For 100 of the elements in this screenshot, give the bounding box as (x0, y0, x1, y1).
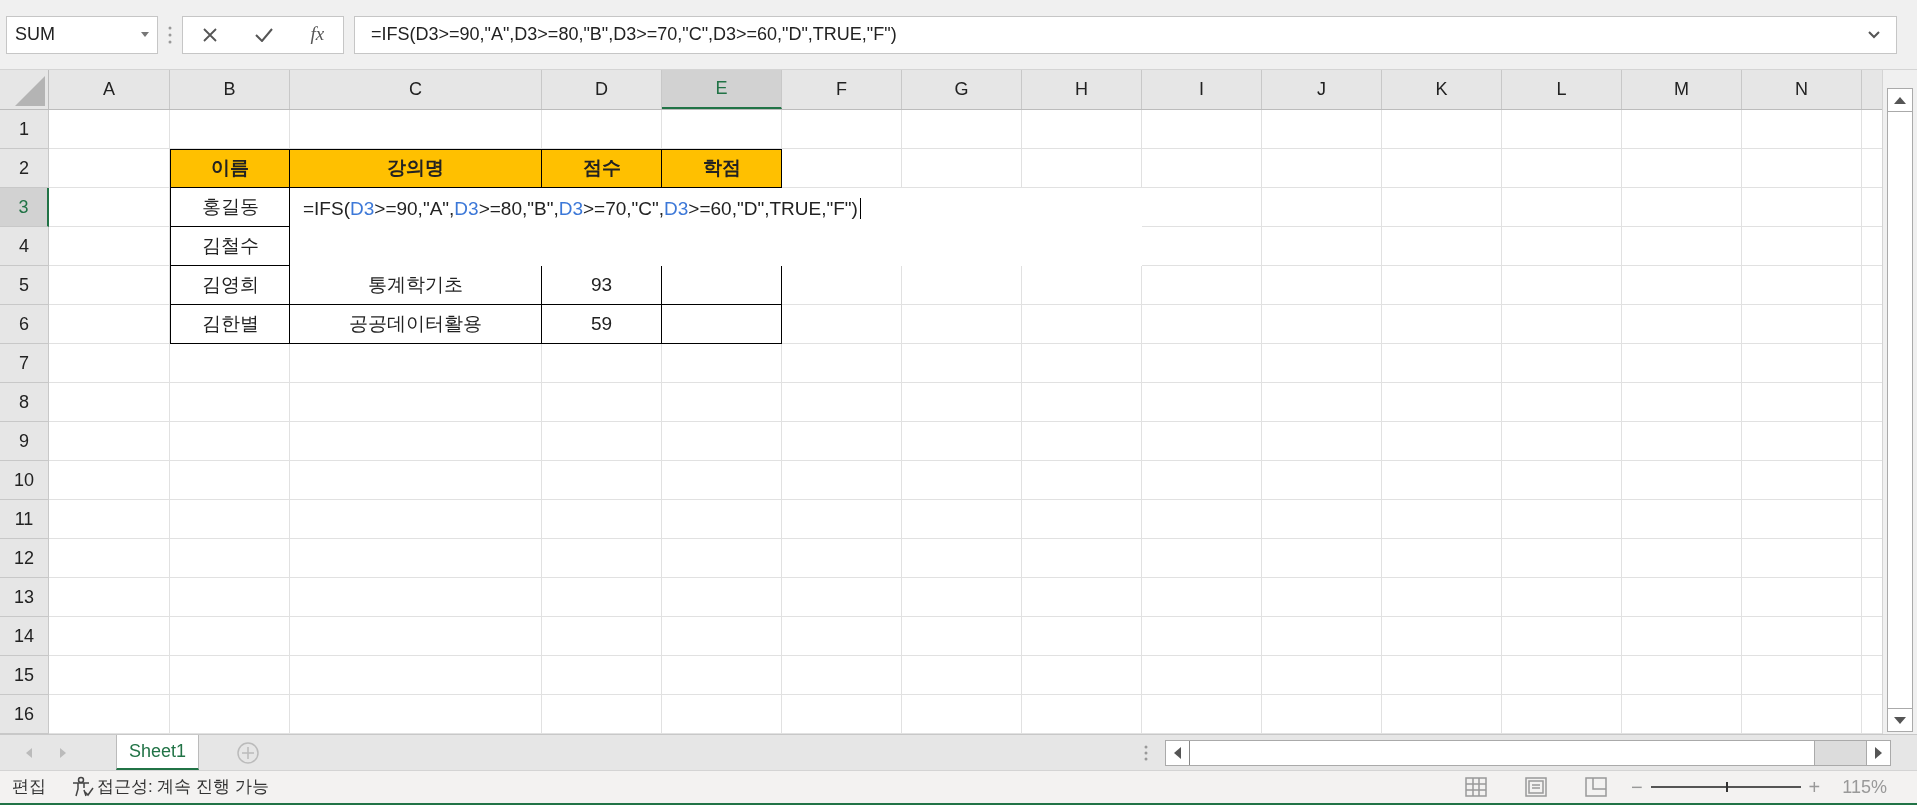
sheet-cell[interactable] (1382, 578, 1502, 617)
down-arrow-icon[interactable] (1894, 716, 1906, 724)
sheet-cell[interactable] (1502, 149, 1622, 188)
sheet-cell[interactable] (1742, 188, 1862, 227)
sheet-cell[interactable] (1382, 500, 1502, 539)
sheet-cell[interactable] (1142, 617, 1262, 656)
sheet-cell[interactable] (1742, 539, 1862, 578)
chevron-down-icon[interactable] (1868, 30, 1880, 39)
column-header[interactable]: C (290, 70, 542, 109)
column-header[interactable]: M (1622, 70, 1742, 109)
sheet-cell[interactable] (1022, 110, 1142, 149)
sheet-cell[interactable] (1622, 227, 1742, 266)
sheet-cell[interactable] (1502, 500, 1622, 539)
table-cell[interactable]: 통계학기초 (290, 266, 542, 305)
sheet-cell[interactable] (1742, 227, 1862, 266)
row-header[interactable]: 9 (0, 422, 49, 461)
accessibility-icon[interactable] (72, 776, 94, 798)
sheet-cell[interactable] (782, 656, 902, 695)
horizontal-scrollbar[interactable] (1165, 739, 1891, 766)
sheet-cell[interactable] (1742, 305, 1862, 344)
row-header[interactable]: 5 (0, 266, 49, 305)
right-arrow-icon[interactable] (1875, 746, 1882, 759)
sheet-cell[interactable] (49, 344, 170, 383)
table-cell[interactable]: 홍길동 (170, 188, 290, 227)
sheet-cell[interactable] (1262, 383, 1382, 422)
column-header[interactable]: G (902, 70, 1022, 109)
sheet-cell[interactable] (1142, 305, 1262, 344)
sheet-cell[interactable] (49, 110, 170, 149)
zoom-slider[interactable] (1650, 781, 1801, 793)
sheet-cell[interactable] (542, 578, 662, 617)
sheet-cell[interactable] (170, 344, 290, 383)
sheet-cell[interactable] (1382, 149, 1502, 188)
sheet-cell[interactable] (1262, 227, 1382, 266)
row-header[interactable]: 4 (0, 227, 49, 266)
row-header[interactable]: 10 (0, 461, 49, 500)
sheet-cell[interactable] (782, 539, 902, 578)
sheet-cell[interactable] (1022, 656, 1142, 695)
sheet-cell[interactable] (1382, 227, 1502, 266)
sheet-cell[interactable] (1742, 617, 1862, 656)
sheet-cell[interactable] (1622, 305, 1742, 344)
sheet-cell[interactable] (1142, 266, 1262, 305)
column-header[interactable]: L (1502, 70, 1622, 109)
left-arrow-icon[interactable] (1174, 746, 1181, 759)
sheet-cell[interactable] (662, 461, 782, 500)
sheet-cell[interactable] (1502, 110, 1622, 149)
sheet-cell[interactable] (902, 656, 1022, 695)
sheet-cell[interactable] (290, 500, 542, 539)
sheet-cell[interactable] (542, 422, 662, 461)
table-cell[interactable] (662, 266, 782, 305)
sheet-cell[interactable] (1502, 383, 1622, 422)
page-layout-icon[interactable] (1524, 777, 1547, 797)
sheet-cell[interactable] (1382, 266, 1502, 305)
sheet-cell[interactable] (170, 383, 290, 422)
select-all-icon[interactable] (15, 76, 45, 106)
sheet-cell[interactable] (1382, 344, 1502, 383)
sheet-cell[interactable] (1262, 617, 1382, 656)
sheet-cell[interactable] (170, 617, 290, 656)
formula-field[interactable]: =IFS(D3>=90,"A",D3>=80,"B",D3>=70,"C",D3>=60,"D",TRUE,"F") (354, 15, 1897, 54)
table-cell[interactable]: 93 (542, 266, 662, 305)
table-cell[interactable]: 김영희 (170, 266, 290, 305)
sheet-cell[interactable] (290, 461, 542, 500)
sheet-cell[interactable] (1622, 656, 1742, 695)
add-sheet-icon[interactable] (237, 741, 260, 764)
sheet-cell[interactable] (782, 422, 902, 461)
sheet-cell[interactable] (170, 422, 290, 461)
sheet-cell[interactable] (1622, 422, 1742, 461)
sheet-cell[interactable] (1262, 422, 1382, 461)
sheet-cell[interactable] (1142, 422, 1262, 461)
row-header[interactable]: 12 (0, 539, 49, 578)
sheet-cell[interactable] (290, 344, 542, 383)
sheet-cell[interactable] (662, 344, 782, 383)
sheet-cell[interactable] (1502, 188, 1622, 227)
sheet-cell[interactable] (1262, 656, 1382, 695)
table-cell[interactable]: 김철수 (170, 227, 290, 266)
sheet-cell[interactable] (1262, 149, 1382, 188)
sheet-cell[interactable] (1502, 344, 1622, 383)
sheet-cell[interactable] (902, 617, 1022, 656)
sheet-cell[interactable] (1742, 500, 1862, 539)
sheet-cell[interactable] (1622, 500, 1742, 539)
table-cell[interactable]: 김한별 (170, 305, 290, 344)
sheet-cell[interactable] (1142, 344, 1262, 383)
sheet-cell[interactable] (542, 617, 662, 656)
vertical-scrollbar[interactable] (1882, 70, 1917, 734)
sheet-cell[interactable] (662, 578, 782, 617)
sheet-cell[interactable] (1742, 422, 1862, 461)
sheet-cell[interactable] (782, 383, 902, 422)
row-header[interactable]: 3 (0, 188, 49, 227)
sheet-cell[interactable] (542, 656, 662, 695)
sheet-cell[interactable] (1742, 110, 1862, 149)
sheet-cell[interactable] (1502, 578, 1622, 617)
sheet-cell[interactable] (1502, 305, 1622, 344)
row-header[interactable]: 15 (0, 656, 49, 695)
row-header[interactable]: 16 (0, 695, 49, 734)
insert-function-button[interactable]: fx (310, 20, 325, 49)
sheet-cell[interactable] (782, 578, 902, 617)
sheet-cell[interactable] (1262, 188, 1382, 227)
sheet-cell[interactable] (1262, 578, 1382, 617)
sheet-cell[interactable] (782, 110, 902, 149)
sheet-cell[interactable] (902, 305, 1022, 344)
sheet-cell[interactable] (1262, 344, 1382, 383)
